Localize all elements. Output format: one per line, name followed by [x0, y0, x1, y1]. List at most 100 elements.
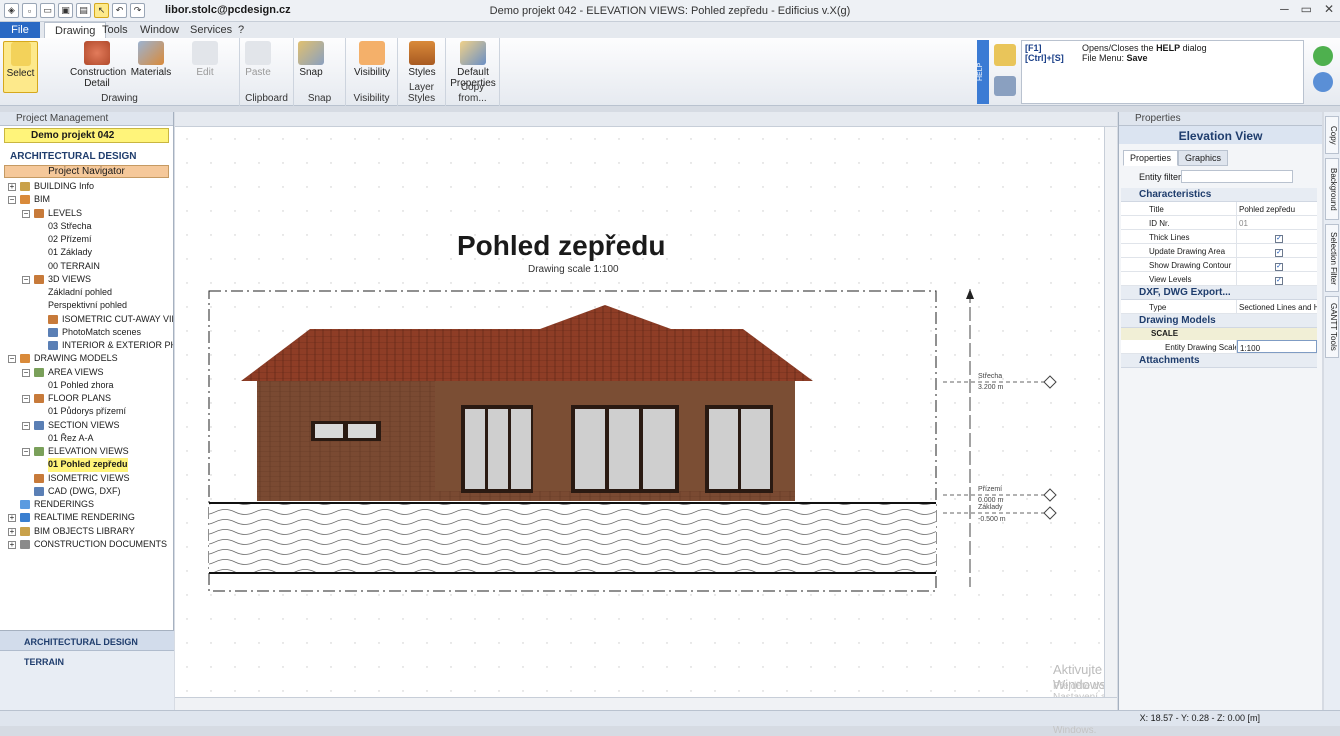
property-row[interactable]: Entity Drawing Scale 1:100 [1121, 340, 1317, 354]
side-tab-background[interactable]: Background [1325, 158, 1339, 220]
tab-graphics[interactable]: Graphics [1178, 150, 1229, 166]
construction-detail-button[interactable]: Construction Detail [70, 41, 126, 89]
tree-item-label: 01 Pohled zepředu [48, 458, 128, 472]
module-switcher: ARCHITECTURAL DESIGN TERRAIN [0, 630, 174, 710]
tree-item[interactable]: RENDERINGS [0, 498, 173, 511]
property-row[interactable]: Thick Lines ✓ [1121, 230, 1317, 244]
checkbox[interactable]: ✓ [1275, 263, 1283, 271]
tab-properties[interactable]: Properties [1123, 150, 1179, 166]
tree-item[interactable]: 01 Řez A-A [0, 432, 173, 445]
tab-file[interactable]: File [0, 22, 40, 39]
materials-button[interactable]: Materials [130, 41, 172, 78]
tree-item[interactable]: + REALTIME RENDERING [0, 511, 173, 524]
tree-item[interactable]: 01 Půdorys přízemí [0, 405, 173, 418]
section-attachments[interactable]: Attachments [1121, 354, 1317, 368]
tree-item[interactable]: − SECTION VIEWS [0, 419, 173, 432]
edit-button[interactable]: Edit [190, 41, 220, 78]
tree-item[interactable]: − DRAWING MODELS [0, 352, 173, 365]
styles-button[interactable]: Styles [404, 41, 440, 78]
horizontal-scrollbar[interactable] [175, 697, 1117, 710]
maximize-icon[interactable]: ▭ [1301, 2, 1312, 16]
checkbox[interactable]: ✓ [1275, 277, 1283, 285]
expand-icon[interactable]: + [8, 540, 16, 549]
collapse-icon[interactable]: − [8, 196, 16, 205]
expand-icon[interactable]: + [8, 514, 16, 523]
vertical-scrollbar[interactable] [1104, 127, 1117, 697]
tree-item[interactable]: PhotoMatch scenes [0, 326, 173, 339]
tree-item[interactable]: CAD (DWG, DXF) [0, 485, 173, 498]
tree-item[interactable]: + BUILDING Info [0, 180, 173, 193]
side-tab-selection-filter[interactable]: Selection Filter [1325, 224, 1339, 292]
tree-item[interactable]: − LEVELS [0, 207, 173, 220]
tree-item[interactable]: − ELEVATION VIEWS [0, 445, 173, 458]
expand-icon[interactable]: + [8, 183, 16, 191]
tree-item[interactable]: − BIM [0, 193, 173, 206]
section-dxf-export[interactable]: DXF, DWG Export... [1121, 286, 1317, 300]
project-navigator-button[interactable]: Project Navigator [4, 165, 169, 178]
collapse-icon[interactable]: − [22, 368, 30, 377]
ribbon-tabs: File Drawing Tools Window Services ? [0, 22, 1340, 39]
side-tab-copy[interactable]: Copy [1325, 116, 1339, 154]
group-layer-styles: Styles Layer Styles [398, 38, 446, 106]
tree-item[interactable]: INTERIOR & EXTERIOR PHOTO [0, 339, 173, 352]
module-terrain[interactable]: TERRAIN [0, 651, 174, 673]
visibility-button[interactable]: Visibility [350, 41, 394, 78]
collapse-icon[interactable]: − [22, 275, 30, 284]
select-button[interactable]: Select [3, 41, 38, 93]
tree-item[interactable]: 01 Pohled zepředu [0, 458, 173, 472]
help-strip[interactable]: HELP [977, 40, 989, 104]
expand-icon[interactable]: + [8, 527, 16, 536]
tree-item[interactable]: 00 TERRAIN [0, 260, 173, 273]
collapse-icon[interactable]: − [22, 209, 30, 218]
property-row[interactable]: ID Nr. 01 [1121, 216, 1317, 230]
tree-item[interactable]: 01 Základy [0, 246, 173, 259]
tree-item[interactable]: + CONSTRUCTION DOCUMENTS [0, 538, 173, 551]
subsection-scale[interactable]: SCALE [1121, 328, 1317, 340]
question-icon[interactable] [1313, 72, 1333, 92]
property-row[interactable]: Title Pohled zepředu [1121, 202, 1317, 216]
tree-item-label: 02 Přízemí [48, 234, 92, 244]
info-icon[interactable] [1313, 46, 1333, 66]
tab-help[interactable]: ? [228, 22, 254, 39]
magnifier-icon [84, 41, 110, 65]
keyboard-icon[interactable] [994, 76, 1016, 96]
tree-item[interactable]: Základní pohled [0, 286, 173, 299]
collapse-icon[interactable]: − [8, 355, 16, 364]
tree-item[interactable]: Perspektivní pohled [0, 299, 173, 312]
section-drawing-models[interactable]: Drawing Models [1121, 314, 1317, 328]
paste-button[interactable]: Paste [244, 41, 272, 78]
tree-item-label: 01 Základy [48, 247, 93, 258]
project-name[interactable]: Demo projekt 042 [4, 128, 169, 143]
folder-icon [20, 513, 30, 523]
help-icon[interactable] [994, 44, 1016, 66]
entity-filter-select[interactable] [1181, 170, 1293, 183]
minimize-icon[interactable]: ─ [1280, 2, 1289, 16]
drawing-canvas[interactable]: Střecha 3.200 m Přízemí 0.000 m Základy … [175, 112, 1117, 736]
canvas-toolbar [175, 112, 1117, 127]
snap-button[interactable]: Snap [296, 41, 326, 78]
module-architectural-design[interactable]: ARCHITECTURAL DESIGN [0, 631, 174, 651]
collapse-icon[interactable]: − [22, 395, 30, 403]
tree-item[interactable]: ISOMETRIC CUT-AWAY VIEWS [0, 313, 173, 326]
tree-item[interactable]: − FLOOR PLANS [0, 392, 173, 405]
tree-item[interactable]: 02 Přízemí [0, 233, 173, 246]
checkbox[interactable]: ✓ [1275, 249, 1283, 257]
property-row[interactable]: TypeSectioned Lines and Hatches [1121, 300, 1317, 314]
property-row[interactable]: View Levels ✓ [1121, 272, 1317, 286]
tree-item[interactable]: − 3D VIEWS [0, 273, 173, 286]
side-tab-gantt-tools[interactable]: GANTT Tools [1325, 296, 1339, 358]
tree-item[interactable]: 01 Pohled zhora [0, 379, 173, 392]
collapse-icon[interactable]: − [22, 448, 30, 456]
property-row[interactable]: Show Drawing Contour ✓ [1121, 258, 1317, 272]
checkbox[interactable]: ✓ [1275, 235, 1283, 243]
tree-item[interactable]: + BIM OBJECTS LIBRARY [0, 525, 173, 538]
tree-item[interactable]: ISOMETRIC VIEWS [0, 472, 173, 485]
close-icon[interactable]: ✕ [1324, 2, 1334, 16]
tree-item-label: CAD (DWG, DXF) [48, 485, 121, 496]
tree-item[interactable]: − AREA VIEWS [0, 366, 173, 379]
property-row[interactable]: Update Drawing Area ✓ [1121, 244, 1317, 258]
project-management-panel: Project Management Demo projekt 042 ARCH… [0, 112, 174, 710]
collapse-icon[interactable]: − [22, 421, 30, 430]
section-characteristics[interactable]: Characteristics [1121, 188, 1317, 202]
tree-item[interactable]: 03 Střecha [0, 220, 173, 233]
